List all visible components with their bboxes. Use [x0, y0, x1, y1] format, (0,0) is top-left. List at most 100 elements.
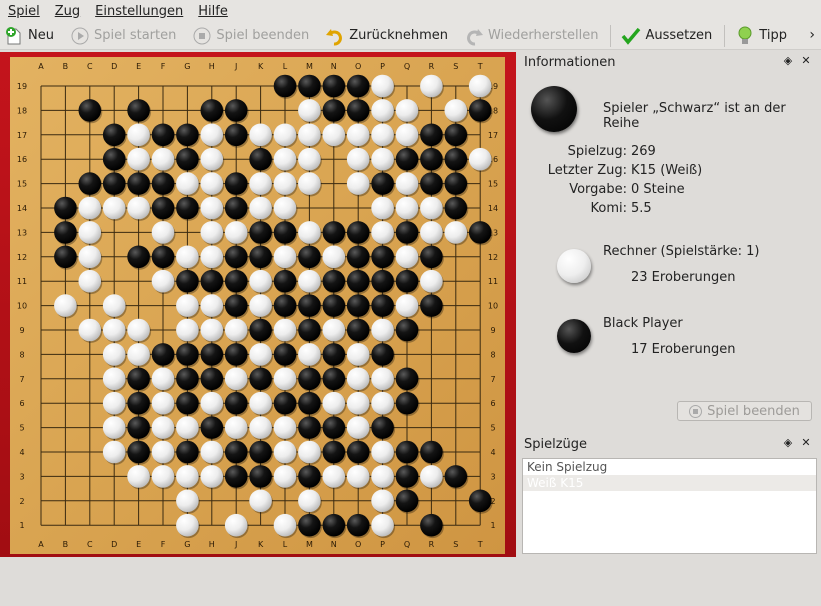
black-stone — [200, 416, 224, 439]
white-stone — [200, 147, 224, 171]
black-stone — [322, 269, 346, 293]
white-stone — [444, 221, 468, 244]
end-game-panel-button[interactable]: Spiel beenden — [677, 401, 812, 421]
white-stone — [346, 172, 370, 195]
row-label: 1 — [19, 521, 24, 530]
row-label: 13 — [17, 228, 27, 237]
black-stone — [224, 123, 248, 147]
black-stone — [395, 269, 419, 293]
white-stone — [420, 196, 443, 220]
black-stone — [420, 245, 443, 269]
black-stone — [127, 245, 150, 269]
white-stone — [102, 318, 126, 342]
black-stone — [298, 513, 321, 537]
black-stone — [249, 318, 272, 342]
white-stone — [395, 294, 419, 317]
current-turn-stone — [531, 86, 577, 132]
menu-einstellungen[interactable]: Einstellungen — [95, 4, 183, 19]
black-stone — [224, 269, 248, 293]
white-stone — [444, 99, 468, 122]
pass-button[interactable]: Aussetzen — [621, 24, 712, 48]
column-label: S — [453, 62, 458, 71]
white-stone — [151, 465, 175, 488]
black-stone — [151, 196, 175, 220]
row-label: 2 — [19, 497, 24, 506]
float-panel-icon[interactable]: ◈ — [781, 54, 795, 68]
hint-button[interactable]: Tipp — [735, 24, 787, 48]
black-stone — [322, 440, 346, 464]
white-stone — [78, 196, 102, 220]
close-panel-icon[interactable]: ✕ — [799, 54, 813, 68]
white-stone — [346, 123, 370, 147]
menu-spiel[interactable]: Spiel — [8, 4, 40, 19]
white-stone — [395, 196, 419, 220]
information-panel-header: Informationen ◈ ✕ — [519, 52, 821, 72]
black-stone — [420, 294, 443, 317]
black-stone — [151, 123, 175, 147]
list-item[interactable]: Kein Spielzug — [523, 459, 816, 475]
end-game-button[interactable]: Spiel beenden — [192, 24, 309, 48]
row-label: 11 — [17, 277, 27, 286]
black-stone — [395, 318, 419, 342]
column-label: E — [136, 62, 141, 71]
white-stone — [420, 269, 443, 293]
white-stone — [371, 123, 394, 147]
white-stone — [371, 147, 394, 171]
white-stone — [298, 172, 321, 195]
white-stone — [273, 465, 297, 488]
row-label: 12 — [488, 253, 498, 262]
lightbulb-icon — [735, 26, 755, 46]
white-stone — [273, 196, 297, 220]
redo-button[interactable]: Wiederherstellen — [464, 24, 598, 48]
white-stone — [249, 269, 272, 293]
column-label: A — [38, 540, 44, 549]
column-label: B — [63, 540, 69, 549]
white-stone — [420, 221, 443, 244]
row-label: 11 — [488, 277, 498, 286]
row-label: 3 — [19, 472, 24, 481]
black-stone — [224, 343, 248, 366]
white-stone — [420, 465, 443, 488]
list-item[interactable]: Weiß K15 — [523, 475, 816, 491]
row-label: 4 — [490, 448, 495, 457]
white-stone — [273, 147, 297, 171]
white-stone — [200, 318, 224, 342]
black-stone — [346, 269, 370, 293]
white-stone — [249, 343, 272, 366]
handicap-value: 0 Steine — [631, 182, 685, 197]
white-stone — [371, 513, 394, 537]
white-stone — [468, 147, 492, 171]
float-panel-icon[interactable]: ◈ — [781, 436, 795, 450]
menu-bar: Spiel Zug Einstellungen Hilfe — [0, 0, 821, 22]
close-panel-icon[interactable]: ✕ — [799, 436, 813, 450]
start-game-button[interactable]: Spiel starten — [70, 24, 176, 48]
white-stone — [200, 465, 224, 488]
white-stone — [273, 513, 297, 537]
column-label: O — [355, 62, 361, 71]
column-label: C — [87, 62, 93, 71]
menu-zug[interactable]: Zug — [55, 4, 80, 19]
black-stone — [346, 245, 370, 269]
white-stone — [346, 367, 370, 391]
move-label: Spielzug: — [567, 144, 627, 159]
black-stone — [273, 74, 297, 98]
new-game-button[interactable]: Neu — [4, 24, 54, 48]
black-stone — [127, 367, 150, 391]
menu-hilfe[interactable]: Hilfe — [198, 4, 228, 19]
board-svg[interactable]: AABBCCDDEEFFGGHHJJKKLLMMNNOOPPQQRRSSTT19… — [10, 57, 505, 554]
column-label: L — [283, 540, 288, 549]
black-stone — [468, 221, 492, 244]
undo-button[interactable]: Zurücknehmen — [325, 24, 448, 48]
black-stone — [298, 318, 321, 342]
black-stone — [176, 343, 199, 366]
white-captures: 23 Eroberungen — [631, 270, 736, 285]
column-label: C — [87, 540, 93, 549]
moves-list[interactable]: Kein Spielzug Weiß K15 — [522, 458, 817, 554]
column-label: T — [477, 62, 483, 71]
go-board[interactable]: A A B B C C D D E E F F G G H H J J K K L L M M N N O O P P Q Q R R S S T T 19… — [10, 57, 505, 606]
black-stone — [151, 172, 175, 195]
toolbar-overflow-chevron-icon[interactable]: › — [809, 27, 815, 43]
white-stone — [249, 416, 272, 439]
black-stone — [176, 269, 199, 293]
row-label: 3 — [490, 472, 495, 481]
